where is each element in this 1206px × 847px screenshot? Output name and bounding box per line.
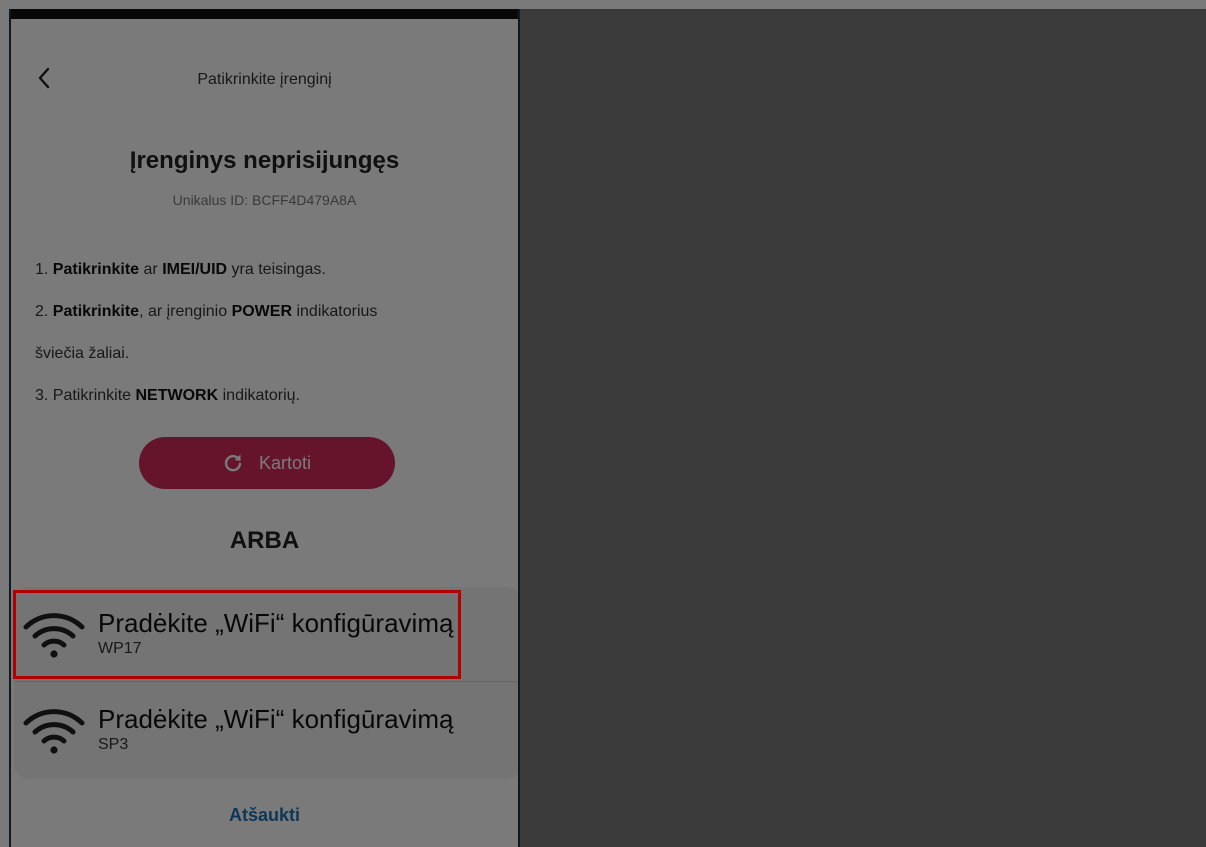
- header-title: Patikrinkite įrenginį: [197, 71, 332, 88]
- wifi-option-model: SP3: [98, 736, 129, 753]
- phone-screen: Patikrinkite įrenginį Įrenginys neprisij…: [9, 9, 520, 847]
- cancel-button[interactable]: Atšaukti: [11, 805, 518, 826]
- retry-label: Kartoti: [258, 452, 312, 473]
- instruction-2: 2. Patikrinkite, ar įrenginio POWER indi…: [35, 303, 378, 320]
- wifi-option-title: Pradėkite „WiFi“ konfigūravimą: [98, 704, 454, 734]
- header: Patikrinkite įrenginį: [11, 65, 518, 105]
- instruction-2-continued: šviečia žaliai.: [35, 345, 130, 362]
- or-separator: ARBA: [229, 527, 300, 554]
- divider: [14, 681, 518, 682]
- retry-button[interactable]: Kartoti: [139, 437, 395, 489]
- instructions-list: 1. Patikrinkite ar IMEI/UID yra teisinga…: [35, 249, 498, 417]
- options-sheet: Pradėkite „WiFi“ konfigūravimą WP17 Prad…: [14, 587, 518, 779]
- background-area: [520, 9, 1206, 847]
- wifi-option-model: WP17: [98, 640, 142, 657]
- instruction-1: 1. Patikrinkite ar IMEI/UID yra teisinga…: [35, 261, 326, 278]
- wifi-option-title: Pradėkite „WiFi“ konfigūravimą: [98, 608, 454, 638]
- wifi-icon: [22, 701, 86, 757]
- refresh-icon: [223, 453, 243, 473]
- wifi-icon: [22, 605, 86, 661]
- wifi-option-text: Pradėkite „WiFi“ konfigūravimą WP17: [98, 608, 453, 658]
- instruction-3: 3. Patikrinkite NETWORK indikatorių.: [35, 387, 300, 404]
- wifi-option-text: Pradėkite „WiFi“ konfigūravimą SP3: [98, 704, 453, 754]
- status-bar: [11, 9, 518, 19]
- wifi-option-sp3[interactable]: Pradėkite „WiFi“ konfigūravimą SP3: [14, 683, 518, 775]
- status-title: Įrenginys neprisijungęs: [129, 147, 400, 174]
- device-uid: Unikalus ID: BCFF4D479A8A: [172, 192, 357, 208]
- wifi-option-wp17[interactable]: Pradėkite „WiFi“ konfigūravimą WP17: [14, 587, 518, 679]
- page: Patikrinkite įrenginį Įrenginys neprisij…: [0, 0, 1206, 847]
